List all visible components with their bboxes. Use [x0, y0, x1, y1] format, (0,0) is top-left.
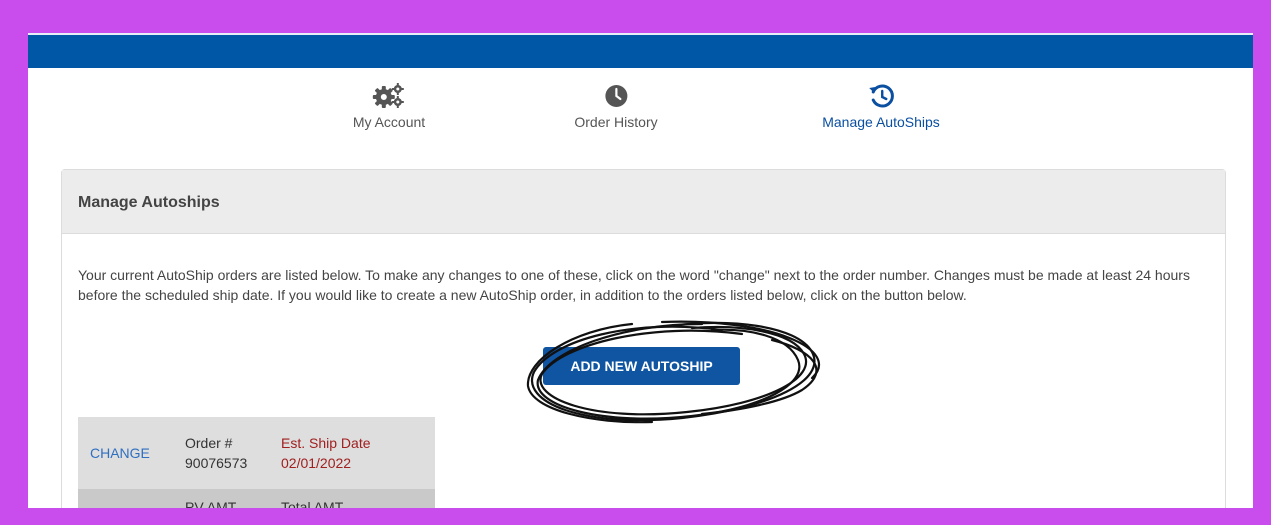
top-bar: [28, 33, 1253, 68]
add-new-autoship-button[interactable]: ADD NEW AUTOSHIP: [543, 347, 740, 385]
table-row: CHANGE Order # 90076573 Est. Ship Date 0…: [78, 417, 435, 489]
nav-order-history[interactable]: Order History: [574, 81, 658, 130]
nav-manage-autoships-label: Manage AutoShips: [822, 114, 940, 130]
pv-amount-label: PV AMT: [173, 489, 277, 508]
table-row: PV AMT Total AMT: [78, 489, 435, 508]
panel-header: Manage Autoships: [62, 170, 1225, 234]
ship-date-cell: Est. Ship Date 02/01/2022: [277, 417, 435, 489]
order-number-cell: Order # 90076573: [173, 417, 277, 489]
autoship-orders-table: CHANGE Order # 90076573 Est. Ship Date 0…: [78, 417, 435, 508]
nav-manage-autoships[interactable]: Manage AutoShips: [822, 81, 940, 130]
intro-text: Your current AutoShip orders are listed …: [78, 267, 1190, 303]
ship-date-value: 02/01/2022: [281, 455, 352, 471]
total-amount-label: Total AMT: [277, 489, 435, 508]
app-window: My Account Order History Manage AutoShip…: [28, 33, 1253, 508]
gears-icon: [373, 83, 404, 108]
change-link[interactable]: CHANGE: [78, 417, 173, 489]
order-number-label: Order #: [185, 435, 233, 451]
account-nav: My Account Order History Manage AutoShip…: [28, 81, 1253, 141]
clock-icon: [604, 85, 627, 107]
nav-order-history-label: Order History: [574, 114, 658, 130]
nav-my-account[interactable]: My Account: [353, 81, 425, 130]
order-number-value: 90076573: [185, 455, 248, 471]
history-icon: [869, 84, 894, 108]
manage-autoships-panel: Manage Autoships Your current AutoShip o…: [61, 169, 1226, 508]
ship-date-label: Est. Ship Date: [281, 435, 371, 451]
nav-my-account-label: My Account: [352, 114, 426, 130]
empty-cell: [78, 489, 173, 508]
panel-title: Manage Autoships: [78, 194, 220, 211]
